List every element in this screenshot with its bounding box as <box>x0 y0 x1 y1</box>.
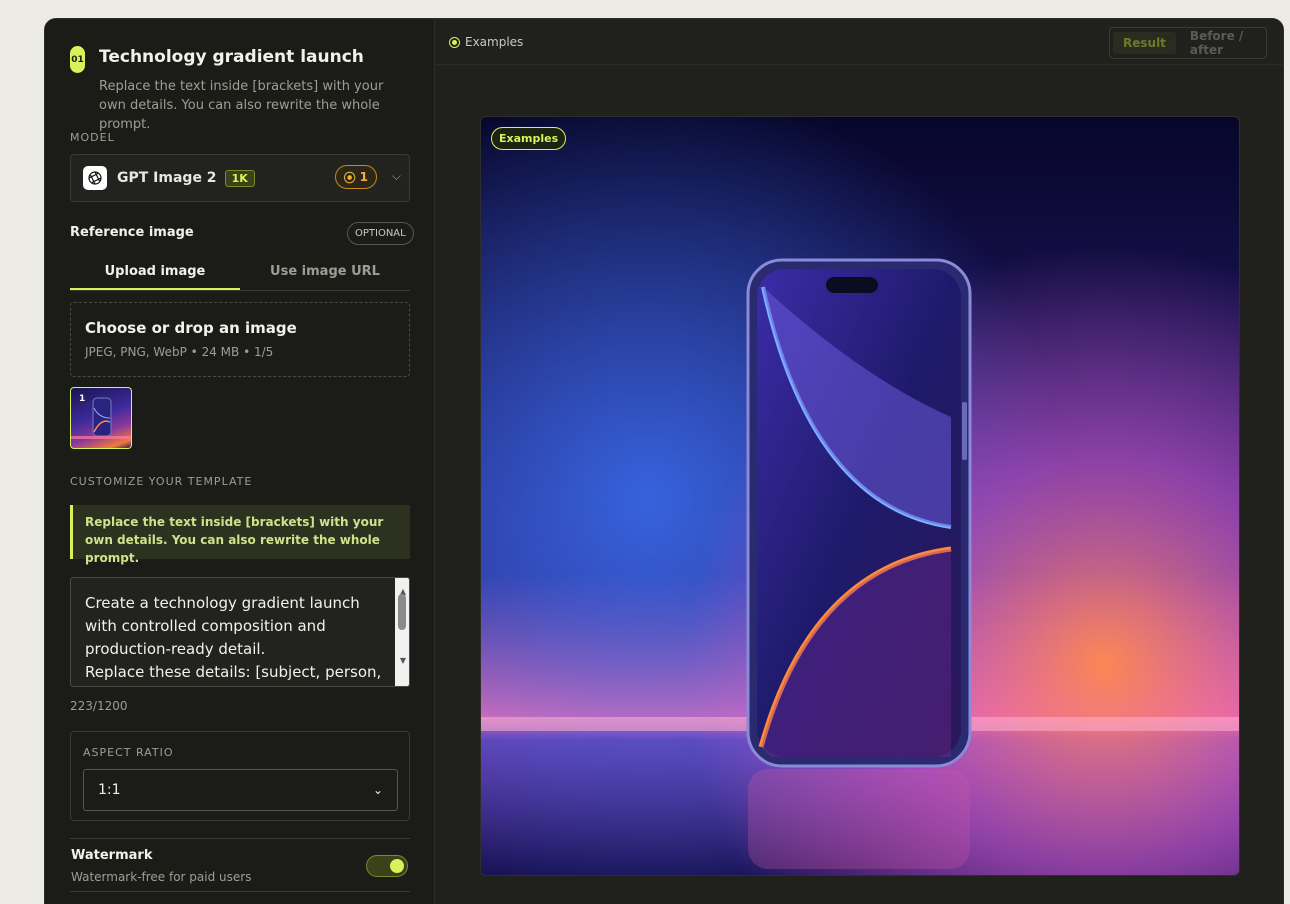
dropzone-info: JPEG, PNG, WebP • 24 MB • 1/5 <box>85 345 273 359</box>
phone-render-image <box>481 117 1239 875</box>
step-badge: 01 <box>70 46 85 73</box>
credit-count: 1 <box>359 170 368 184</box>
template-title: Technology gradient launch <box>99 47 364 67</box>
template-subtitle: Replace the text inside [brackets] with … <box>99 79 384 132</box>
watermark-toggle[interactable] <box>366 855 408 877</box>
coin-icon: ⦿ <box>343 170 356 185</box>
image-dropzone[interactable]: Choose or drop an image JPEG, PNG, WebP … <box>70 302 410 377</box>
dropzone-max-size: 24 MB <box>201 345 240 359</box>
aspect-ratio-panel: ASPECT RATIO 1:1 ⌄ <box>70 731 410 821</box>
view-mode-before-after[interactable]: Before / after <box>1180 25 1263 61</box>
preview-area: Examples Result Before / after Examples <box>435 19 1283 904</box>
watermark-subtitle: Watermark-free for paid users <box>71 870 252 884</box>
radio-dot-icon[interactable] <box>449 37 460 48</box>
credit-cost-badge: ⦿ 1 <box>334 165 377 189</box>
customize-section-label: CUSTOMIZE YOUR TEMPLATE <box>70 475 253 488</box>
app-window: 01 Technology gradient launch Replace th… <box>44 18 1284 904</box>
aspect-ratio-label: ASPECT RATIO <box>83 746 174 759</box>
aspect-ratio-value: 1:1 <box>98 782 121 798</box>
model-selector[interactable]: GPT Image 2 1K ⦿ 1 ⌵ <box>70 154 410 202</box>
optional-badge: OPTIONAL <box>347 222 414 245</box>
prompt-scrollbar[interactable]: ▲ ▼ <box>395 578 409 686</box>
chevron-down-icon[interactable]: ⌵ <box>392 169 401 184</box>
sidebar: 01 Technology gradient launch Replace th… <box>45 19 435 904</box>
reference-image-label: Reference image <box>70 225 194 240</box>
toggle-knob <box>390 859 404 873</box>
examples-label[interactable]: Examples <box>465 35 523 49</box>
openai-logo-icon <box>83 166 107 190</box>
scroll-thumb[interactable] <box>398 594 406 630</box>
customize-notice: Replace the text inside [brackets] with … <box>70 505 410 565</box>
model-section-label: MODEL <box>70 131 115 144</box>
prompt-text: Create a technology gradient launch with… <box>85 594 382 681</box>
model-resolution-badge: 1K <box>224 169 255 187</box>
tab-use-image-url[interactable]: Use image URL <box>240 257 410 290</box>
watermark-row: Watermark Watermark-free for paid users <box>70 838 410 892</box>
canvas-examples-badge: Examples <box>491 127 567 150</box>
separator-dot: • <box>243 345 254 359</box>
view-mode-result[interactable]: Result <box>1113 32 1176 54</box>
preview-topbar: Examples Result Before / after <box>435 19 1283 65</box>
chevron-down-icon: ⌄ <box>372 783 383 797</box>
reference-tabs: Upload image Use image URL <box>70 257 410 291</box>
prompt-textarea[interactable]: Create a technology gradient launch with… <box>70 577 410 687</box>
model-name: GPT Image 2 <box>117 170 217 186</box>
tab-upload-image[interactable]: Upload image <box>70 257 240 290</box>
dropzone-formats: JPEG, PNG, WebP <box>85 345 187 359</box>
reference-thumbnail[interactable]: 1 <box>70 387 132 449</box>
separator-dot: • <box>190 345 202 359</box>
aspect-ratio-select[interactable]: 1:1 ⌄ <box>83 769 398 811</box>
prompt-char-count: 223/1200 <box>70 699 128 713</box>
view-mode-switch: Result Before / after <box>1109 27 1267 59</box>
watermark-title: Watermark <box>71 848 153 863</box>
thumbnail-phone-image <box>71 397 131 439</box>
result-image: Examples <box>480 116 1240 876</box>
dropzone-count: 1/5 <box>253 345 274 359</box>
scroll-down-icon[interactable]: ▼ <box>400 649 406 672</box>
dropzone-title: Choose or drop an image <box>85 319 297 337</box>
